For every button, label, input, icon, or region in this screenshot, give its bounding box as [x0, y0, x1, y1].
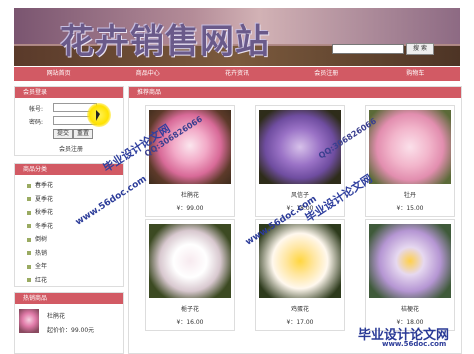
category-item[interactable]: 夏季花: [27, 193, 123, 207]
product-name[interactable]: 风信子: [256, 190, 344, 199]
product-name[interactable]: 杜鹃花: [146, 190, 234, 199]
hot-product-name[interactable]: 杜鹃花: [47, 311, 65, 320]
password-label: 密码:: [29, 119, 44, 126]
bullet-icon: [27, 224, 31, 228]
product-price: ¥：16.00: [176, 319, 204, 326]
mouse-pointer-icon: [96, 110, 100, 121]
product-price: ¥：17.00: [286, 319, 314, 326]
category-item[interactable]: 倒树: [27, 233, 123, 247]
search-input[interactable]: [332, 44, 404, 54]
product-image[interactable]: [369, 110, 451, 184]
cursor-highlight: [87, 103, 111, 127]
bullet-icon: [27, 197, 31, 201]
site-title: 花卉销售网站: [60, 22, 270, 62]
product-card[interactable]: 牡丹 ¥：15.00: [365, 105, 455, 217]
product-card[interactable]: 风信子 ¥：18.00: [255, 105, 345, 217]
category-item[interactable]: 红花: [27, 274, 123, 288]
product-card[interactable]: 杜鹃花 ¥：99.00: [145, 105, 235, 217]
submit-button[interactable]: 提交: [53, 129, 73, 139]
product-name[interactable]: 牡丹: [366, 190, 454, 199]
register-link[interactable]: 会员注册: [59, 144, 83, 153]
bullet-icon: [27, 183, 31, 188]
hot-product-image[interactable]: [19, 309, 39, 333]
account-label: 帐号:: [29, 106, 44, 113]
category-item[interactable]: 全年: [27, 260, 123, 274]
product-name[interactable]: 鸡蛋花: [256, 304, 344, 313]
nav-home[interactable]: 网站首页: [14, 67, 103, 81]
main-nav: 网站首页 商品中心 花卉资讯 会员注册 购物车: [14, 67, 460, 81]
nav-products[interactable]: 商品中心: [103, 67, 192, 81]
login-box: 会员登录 帐号: 密码: 提交 重置 会员注册: [14, 86, 124, 156]
site-banner: 花卉销售网站 搜 索: [14, 8, 460, 66]
category-box: 商品分类 春季花 夏季花 秋季花 冬季花 倒树 热销 全年 红花: [14, 163, 124, 287]
product-price: ¥：18.00: [286, 205, 314, 212]
recommended-header: 推荐商品: [129, 87, 461, 98]
category-item[interactable]: 春季花: [27, 179, 123, 193]
login-header: 会员登录: [15, 87, 123, 98]
product-price: ¥：15.00: [396, 205, 424, 212]
product-price: ¥：99.00: [176, 205, 204, 212]
product-card[interactable]: 栀子花 ¥：16.00: [145, 219, 235, 331]
product-card[interactable]: 鸡蛋花 ¥：17.00: [255, 219, 345, 331]
product-name[interactable]: 栀子花: [146, 304, 234, 313]
product-card[interactable]: 桔梗花 ¥：18.00: [365, 219, 455, 331]
bullet-icon: [27, 210, 31, 215]
bullet-icon: [27, 278, 31, 282]
product-image[interactable]: [259, 224, 341, 298]
category-item[interactable]: 秋季花: [27, 206, 123, 220]
bullet-icon: [27, 237, 31, 242]
product-image[interactable]: [149, 110, 231, 184]
category-list: 春季花 夏季花 秋季花 冬季花 倒树 热销 全年 红花: [15, 175, 123, 287]
nav-register[interactable]: 会员注册: [282, 67, 371, 81]
product-image[interactable]: [369, 224, 451, 298]
recommended-panel: 推荐商品 杜鹃花 ¥：99.00 风信子 ¥：18.00 牡丹 ¥：15.00 …: [128, 86, 462, 354]
hot-product-price: 起价价：99.00元: [47, 327, 95, 334]
category-item[interactable]: 冬季花: [27, 220, 123, 234]
hot-header: 热销商品: [15, 293, 123, 304]
category-header: 商品分类: [15, 164, 123, 175]
bullet-icon: [27, 251, 31, 255]
nav-news[interactable]: 花卉资讯: [192, 67, 281, 81]
category-item[interactable]: 热销: [27, 247, 123, 261]
product-image[interactable]: [259, 110, 341, 184]
nav-cart[interactable]: 购物车: [371, 67, 460, 81]
search-button[interactable]: 搜 索: [406, 43, 434, 55]
product-price: ¥：18.00: [396, 319, 424, 326]
reset-button[interactable]: 重置: [73, 129, 93, 139]
product-name[interactable]: 桔梗花: [366, 304, 454, 313]
product-image[interactable]: [149, 224, 231, 298]
bullet-icon: [27, 264, 31, 269]
hot-box: 热销商品 杜鹃花 起价价：99.00元: [14, 292, 124, 354]
